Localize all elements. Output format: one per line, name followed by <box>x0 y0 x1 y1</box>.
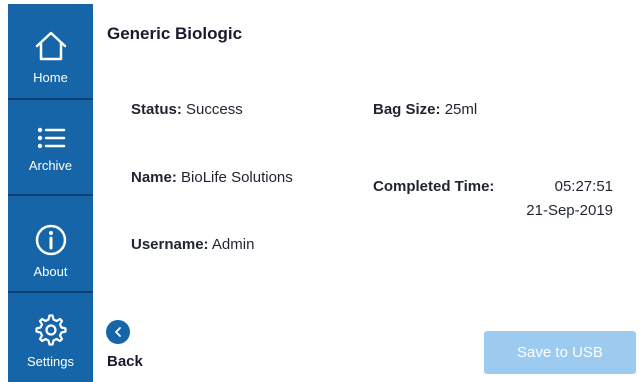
status-value: Success <box>186 101 243 118</box>
sidebar-divider <box>8 291 93 293</box>
info-icon <box>35 224 66 256</box>
name-label: Name: <box>131 169 177 186</box>
completed-time-field: Completed Time: <box>373 178 494 195</box>
completed-time-value: 05:27:51 <box>554 178 613 195</box>
username-value: Admin <box>211 236 255 253</box>
bag-size-label: Bag Size: <box>373 101 441 118</box>
sidebar-item-label: Archive <box>28 158 73 173</box>
back-label[interactable]: Back <box>107 353 143 370</box>
completed-time-label: Completed Time: <box>373 178 495 195</box>
sidebar-item-home[interactable]: Home <box>8 28 93 85</box>
sidebar-item-settings[interactable]: Settings <box>8 312 93 369</box>
sidebar: Home Archive About Settings <box>8 4 93 382</box>
sidebar-item-archive[interactable]: Archive <box>8 120 93 173</box>
chevron-left-icon <box>115 327 121 337</box>
gear-icon <box>34 314 67 346</box>
sidebar-item-label: Home <box>33 70 68 85</box>
page-title: Generic Biologic <box>107 24 243 43</box>
save-to-usb-button[interactable]: Save to USB <box>484 331 636 374</box>
status-label: Status: <box>131 101 182 118</box>
username-label: Username: <box>131 236 209 253</box>
sidebar-item-label: About <box>33 264 68 279</box>
username-field: Username: Admin <box>131 236 254 253</box>
sidebar-item-about[interactable]: About <box>8 222 93 279</box>
name-field: Name: BioLife Solutions <box>131 169 293 186</box>
sidebar-divider <box>8 194 93 196</box>
bag-size-value: 25ml <box>444 101 478 118</box>
app-window: Home Archive About Settings Generic Biol… <box>0 0 643 382</box>
completed-date-value: 21-Sep-2019 <box>526 202 613 219</box>
bag-size-field: Bag Size: 25ml <box>373 101 477 118</box>
sidebar-item-label: Settings <box>27 354 74 369</box>
status-field: Status: Success <box>131 101 243 118</box>
back-button[interactable] <box>106 320 130 344</box>
sidebar-divider <box>8 98 93 100</box>
home-icon <box>35 31 66 61</box>
list-icon <box>37 127 65 149</box>
name-value: BioLife Solutions <box>181 169 293 186</box>
